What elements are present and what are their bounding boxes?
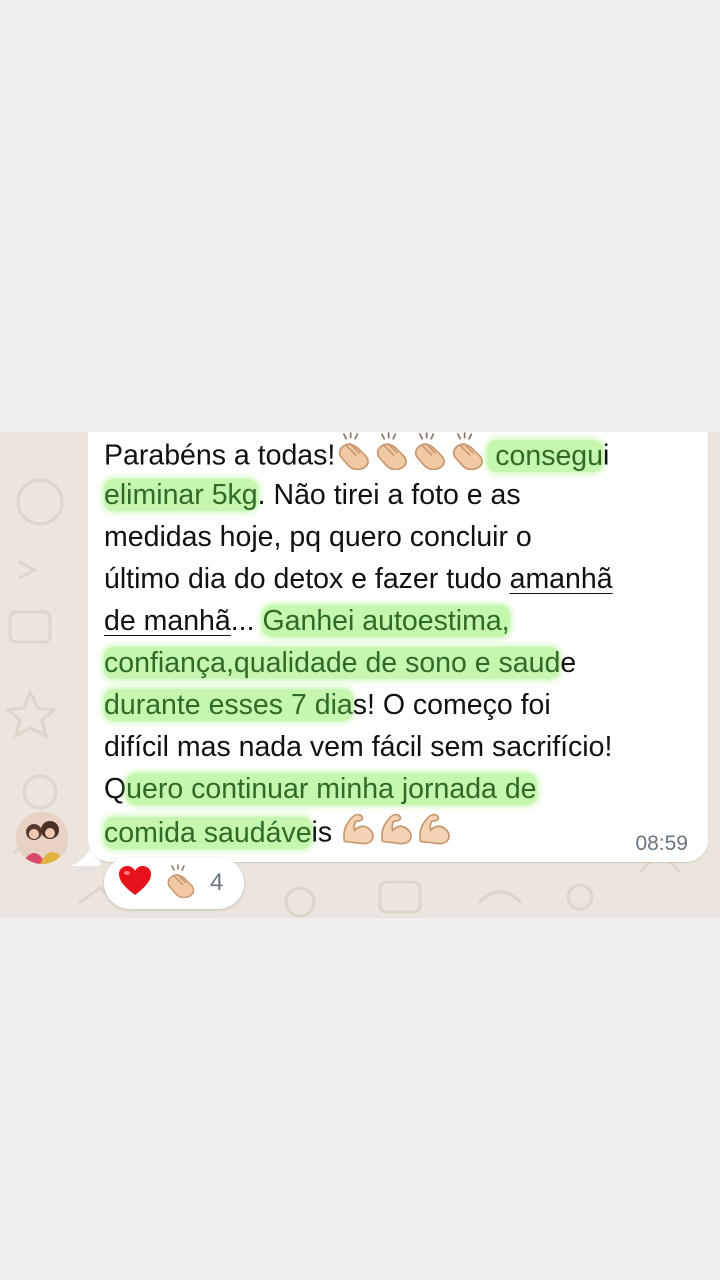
highlighted-text: uero continuar minha jornada de <box>126 773 537 805</box>
message-text-segment: difícil mas nada vem fácil sem sacrifíci… <box>104 731 613 763</box>
message-text-segment: Q <box>104 773 127 805</box>
message-text: Parabéns a todas! consegui eliminar 5kg. … <box>104 432 694 852</box>
message-text-segment: último dia do detox e fazer tudo <box>104 563 510 595</box>
message-text-segment: s! O começo foi <box>352 689 551 721</box>
message-line: confiança,qualidade de sono e saude <box>104 642 694 684</box>
message-timestamp: 08:59 <box>635 832 688 855</box>
message-text-segment: Parabéns a todas! <box>104 439 336 472</box>
message-line: Quero continuar minha jornada de <box>104 768 694 810</box>
message-bubble[interactable]: Parabéns a todas! consegui eliminar 5kg. … <box>88 432 708 862</box>
message-line: medidas hoje, pq quero concluir o <box>104 516 694 558</box>
chat-area: Parabéns a todas! consegui eliminar 5kg. … <box>0 432 720 918</box>
heart-icon <box>118 865 152 902</box>
message-line: Parabéns a todas! consegui <box>104 432 694 474</box>
message-text-segment: . Não tirei a foto e as <box>257 479 521 511</box>
reactions-pill[interactable]: 4 <box>104 857 244 909</box>
message-line: de manhã... Ganhei autoestima, <box>104 600 694 642</box>
message-line: eliminar 5kg. Não tirei a foto e as <box>104 474 694 516</box>
highlighted-text: eliminar 5kg <box>104 479 258 511</box>
message-text-segment: medidas hoje, pq quero concluir o <box>104 521 532 553</box>
message-line: durante esses 7 dias! O começo foi <box>104 684 694 726</box>
message-line: comida saudáveis <box>104 810 694 852</box>
underlined-text: amanhã <box>509 563 613 595</box>
highlighted-text: Ganhei autoestima, <box>262 605 510 637</box>
highlighted-text: confiança,qualidade de sono e saud <box>104 647 561 679</box>
message-text-segment: e <box>560 647 577 679</box>
muscle-emoji-icon <box>340 810 378 858</box>
message-text-segment: i <box>603 439 610 472</box>
clap-icon <box>164 863 198 903</box>
muscle-emoji-icon <box>378 810 416 858</box>
muscle-emoji-icon <box>416 810 454 858</box>
message-text-segment: is <box>311 816 341 849</box>
underlined-text: de manhã <box>104 605 231 637</box>
message-line: difícil mas nada vem fácil sem sacrifíci… <box>104 726 694 768</box>
highlighted-text: consegu <box>487 439 603 472</box>
sender-avatar[interactable] <box>16 812 68 864</box>
highlighted-text: comida saudáve <box>104 816 312 849</box>
message-line: último dia do detox e fazer tudo amanhã <box>104 558 694 600</box>
highlighted-text: durante esses 7 dia <box>104 689 353 721</box>
message-text-segment: ... <box>230 605 263 637</box>
reaction-count: 4 <box>210 869 224 896</box>
